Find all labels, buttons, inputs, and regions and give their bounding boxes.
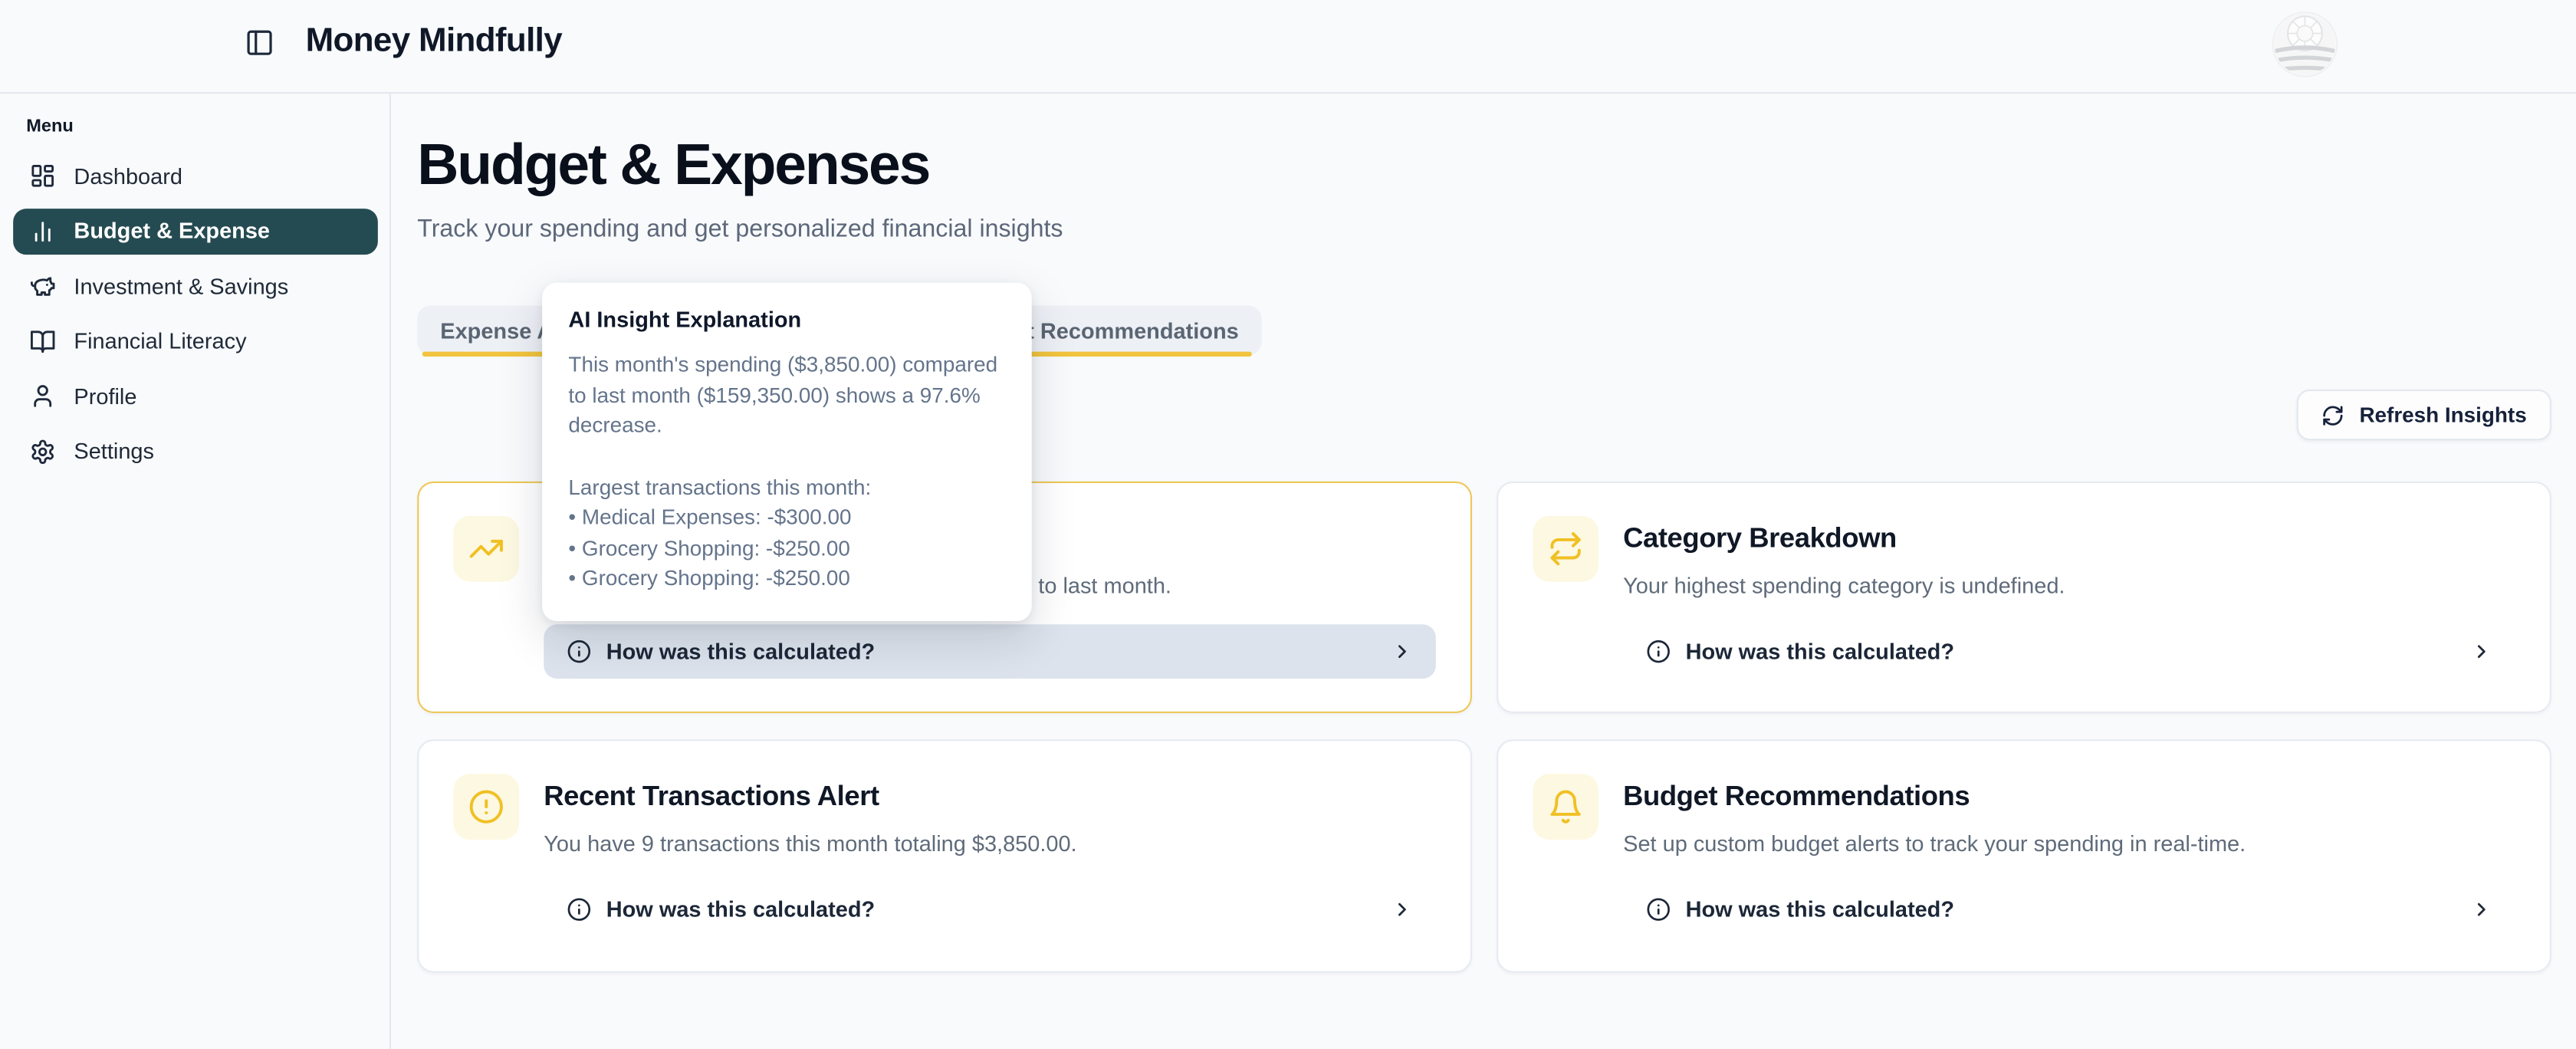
how-calculated-label: How was this calculated? — [1686, 640, 1954, 664]
ai-tooltip-bullet: • Medical Expenses: -$300.00 — [568, 503, 1005, 534]
how-calculated-button[interactable]: How was this calculated? — [1623, 883, 2515, 937]
repeat-icon — [1548, 531, 1584, 567]
sidebar-item-budget-expense[interactable]: Budget & Expense — [13, 208, 378, 255]
card-title: Recent Transactions Alert — [544, 781, 879, 814]
sidebar-item-label: Financial Literacy — [74, 329, 246, 354]
main-content: Budget & Expenses Track your spending an… — [391, 94, 2576, 1049]
sidebar-toggle-button[interactable] — [245, 28, 274, 58]
card-recent-transactions-alert: Recent Transactions Alert You have 9 tra… — [417, 739, 1472, 972]
ai-tooltip-spacer — [568, 441, 1005, 472]
sidebar-item-profile[interactable]: Profile — [13, 373, 378, 419]
top-header: Money Mindfully — [0, 0, 2576, 94]
how-calculated-button[interactable]: How was this calculated? — [544, 624, 1436, 679]
card-icon-tile — [453, 774, 519, 840]
gear-icon — [30, 439, 56, 465]
card-title: Budget Recommendations — [1623, 781, 1970, 814]
ai-tooltip-bullet: • Grocery Shopping: -$250.00 — [568, 533, 1005, 564]
trending-up-icon — [468, 531, 504, 567]
app: Money Mindfully — [0, 0, 2576, 1049]
sidebar-menu-label: Menu — [26, 117, 74, 136]
card-icon-tile — [1533, 516, 1598, 582]
bell-icon — [1548, 789, 1584, 825]
page-subtitle: Track your spending and get personalized… — [417, 215, 1063, 243]
panel-left-icon — [245, 28, 274, 58]
refresh-insights-button[interactable]: Refresh Insights — [2297, 390, 2551, 440]
how-calculated-button[interactable]: How was this calculated? — [544, 883, 1436, 937]
how-calculated-label: How was this calculated? — [1686, 897, 1954, 922]
chevron-right-icon — [2471, 641, 2492, 663]
how-calculated-label: How was this calculated? — [606, 897, 875, 922]
user-icon — [30, 383, 56, 409]
refresh-icon — [2321, 403, 2344, 426]
sidebar-item-label: Budget & Expense — [74, 219, 270, 244]
card-description: Set up custom budget alerts to track you… — [1623, 831, 2246, 856]
sidebar-item-investment-savings[interactable]: Investment & Savings — [13, 263, 378, 310]
sidebar-item-dashboard[interactable]: Dashboard — [13, 153, 378, 199]
ai-tooltip-title: AI Insight Explanation — [568, 307, 1005, 332]
card-description: You have 9 transactions this month total… — [544, 831, 1076, 856]
sidebar-nav: Dashboard Budget & Expense Investme — [13, 153, 378, 483]
how-calculated-label: How was this calculated? — [606, 640, 875, 664]
info-icon — [1646, 897, 1671, 922]
info-icon — [567, 640, 591, 664]
avatar-photo — [2274, 13, 2336, 75]
card-icon-tile — [1533, 774, 1598, 840]
sidebar-item-label: Investment & Savings — [74, 274, 288, 298]
chevron-right-icon — [1392, 641, 1413, 663]
card-title: Category Breakdown — [1623, 522, 1897, 555]
bar-chart-icon — [30, 218, 56, 244]
sidebar-item-label: Settings — [74, 439, 154, 464]
ai-tooltip-list-intro: Largest transactions this month: — [568, 472, 1005, 503]
sidebar-item-financial-literacy[interactable]: Financial Literacy — [13, 318, 378, 365]
how-calculated-button[interactable]: How was this calculated? — [1623, 624, 2515, 679]
info-icon — [567, 897, 591, 922]
refresh-insights-label: Refresh Insights — [2359, 403, 2526, 427]
user-avatar[interactable] — [2274, 13, 2336, 75]
chevron-right-icon — [2471, 899, 2492, 920]
card-category-breakdown: Category Breakdown Your highest spending… — [1497, 482, 2551, 713]
card-icon-tile — [453, 516, 519, 582]
piggy-bank-icon — [30, 273, 56, 299]
page-title: Budget & Expenses — [417, 133, 929, 199]
ai-tooltip-paragraph: This month's spending ($3,850.00) compar… — [568, 350, 1005, 441]
app-title: Money Mindfully — [306, 21, 562, 61]
sidebar-item-label: Dashboard — [74, 164, 182, 189]
alert-circle-icon — [468, 789, 504, 825]
ai-tooltip-bullet: • Grocery Shopping: -$250.00 — [568, 564, 1005, 594]
dashboard-icon — [30, 163, 56, 189]
sidebar-item-settings[interactable]: Settings — [13, 428, 378, 475]
info-icon — [1646, 640, 1671, 664]
book-open-icon — [30, 328, 56, 354]
card-description-fragment: to last month. — [1038, 574, 1171, 598]
chevron-right-icon — [1392, 899, 1413, 920]
card-description: Your highest spending category is undefi… — [1623, 574, 2065, 598]
sidebar: Menu Dashboard Budget & Expense — [0, 94, 391, 1049]
sidebar-item-label: Profile — [74, 384, 136, 409]
ai-insight-tooltip: AI Insight Explanation This month's spen… — [542, 283, 1032, 621]
card-budget-recommendations: Budget Recommendations Set up custom bud… — [1497, 739, 2551, 972]
